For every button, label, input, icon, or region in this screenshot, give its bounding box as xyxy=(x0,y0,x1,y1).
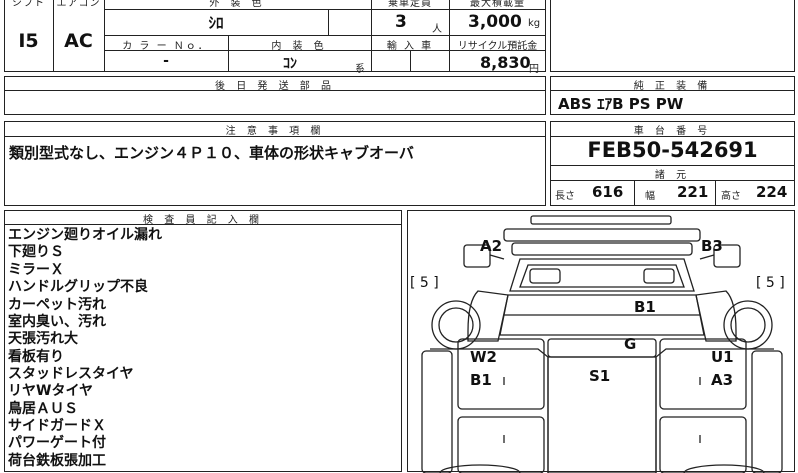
genuine-equipment-value: ABS ｴｱB PS PW xyxy=(558,95,684,113)
later-parts-label: 後 日 発 送 部 品 xyxy=(215,81,335,92)
recycle-unit: 円 xyxy=(529,64,539,75)
recycle-value: 8,830 xyxy=(480,53,531,72)
damage-mark-b1-roof: B1 xyxy=(634,298,656,316)
inspector-line: ハンドルグリップ不良 xyxy=(8,279,148,295)
exterior-color-value: ｼﾛ xyxy=(208,14,224,32)
chassis-number: FEB50-542691 xyxy=(587,138,758,162)
inspector-line: 鳥居ＡＵＳ xyxy=(8,401,78,417)
exterior-color-label: 外 装 色 xyxy=(209,0,266,9)
capacity-label: 乗車定員 xyxy=(388,0,432,9)
recycle-label: リサイクル預託金 xyxy=(457,41,538,52)
damage-mark-w2: W2 xyxy=(470,348,497,366)
divider xyxy=(715,180,716,206)
divider xyxy=(371,0,372,72)
shift-label: シフト xyxy=(12,0,45,9)
notes-text: 類別型式なし、エンジン４Ｐ１０、車体の形状キャブオーバ xyxy=(9,144,414,162)
max-load-unit: kg xyxy=(528,18,541,29)
inspector-label: 検 査 員 記 入 欄 xyxy=(143,215,263,226)
inspector-line: 看板有り xyxy=(8,349,64,365)
chassis-label: 車 台 番 号 xyxy=(633,126,712,137)
height-value: 224 xyxy=(756,183,788,201)
vehicle-diagram: [ 5 ] [ 5 ] A2 B3 B1 G W2 B1 S1 U1 A3 xyxy=(407,210,795,473)
inspector-line: 荷台鉄板張加工 xyxy=(8,453,106,469)
length-label: 長さ xyxy=(555,191,575,202)
capacity-unit: 人 xyxy=(432,24,442,35)
color-no-value: - xyxy=(163,53,169,69)
interior-color-value: ｺﾝ xyxy=(283,56,297,72)
notes-label: 注 意 事 項 欄 xyxy=(225,126,325,137)
inspector-line: リヤWタイヤ xyxy=(8,383,94,399)
capacity-value: 3 xyxy=(395,12,407,32)
width-value: 221 xyxy=(677,183,709,201)
damage-mark-s1: S1 xyxy=(589,367,611,385)
inspector-line: パワーゲート付 xyxy=(8,435,106,451)
inspector-line: 天張汚れ大 xyxy=(8,331,78,347)
damage-mark-a2: A2 xyxy=(480,237,503,255)
import-label: 輸 入 車 xyxy=(386,41,434,52)
damage-mark-a3: A3 xyxy=(711,371,734,389)
interior-color-suffix: 系 xyxy=(355,64,365,75)
left-tire-grade: [ 5 ] xyxy=(410,275,439,291)
inspector-line: 室内臭い、汚れ xyxy=(8,314,106,330)
damage-mark-g: G xyxy=(624,335,637,353)
damage-mark-b3: B3 xyxy=(701,237,723,255)
genuine-equipment-label: 純 正 装 備 xyxy=(633,81,712,92)
divider xyxy=(104,35,546,36)
inspector-line: サイドガードＸ xyxy=(8,418,106,434)
inspector-line: エンジン廻りオイル漏れ xyxy=(8,227,162,243)
divider xyxy=(104,9,546,10)
interior-color-label: 内 装 色 xyxy=(271,41,328,52)
divider xyxy=(410,50,411,72)
inspector-line: スタッドレスタイヤ xyxy=(8,366,134,382)
damage-mark-b1-left: B1 xyxy=(470,371,492,389)
height-label: 高さ xyxy=(721,191,741,202)
width-label: 幅 xyxy=(645,191,655,202)
aircon-value: AC xyxy=(64,30,93,52)
max-load-label: 最大積載量 xyxy=(470,0,525,9)
specs-label: 諸 元 xyxy=(654,170,691,181)
top-right-blank-box xyxy=(550,0,795,72)
length-value: 616 xyxy=(592,183,624,201)
divider xyxy=(449,0,450,72)
damage-mark-u1: U1 xyxy=(711,348,734,366)
truck-diagram-drawing xyxy=(421,215,783,473)
inspector-line: ミラーＸ xyxy=(8,262,64,278)
shift-value: I5 xyxy=(18,30,39,52)
color-no-label: カ ラ ー Ｎｏ． xyxy=(122,41,210,52)
divider xyxy=(328,9,329,35)
right-tire-grade: [ 5 ] xyxy=(756,275,785,291)
max-load-value: 3,000 xyxy=(468,12,522,32)
inspector-line: 下廻りＳ xyxy=(8,244,64,260)
divider xyxy=(634,180,635,206)
inspector-line: カーペット汚れ xyxy=(8,297,106,313)
aircon-label: エアコン xyxy=(56,0,101,9)
